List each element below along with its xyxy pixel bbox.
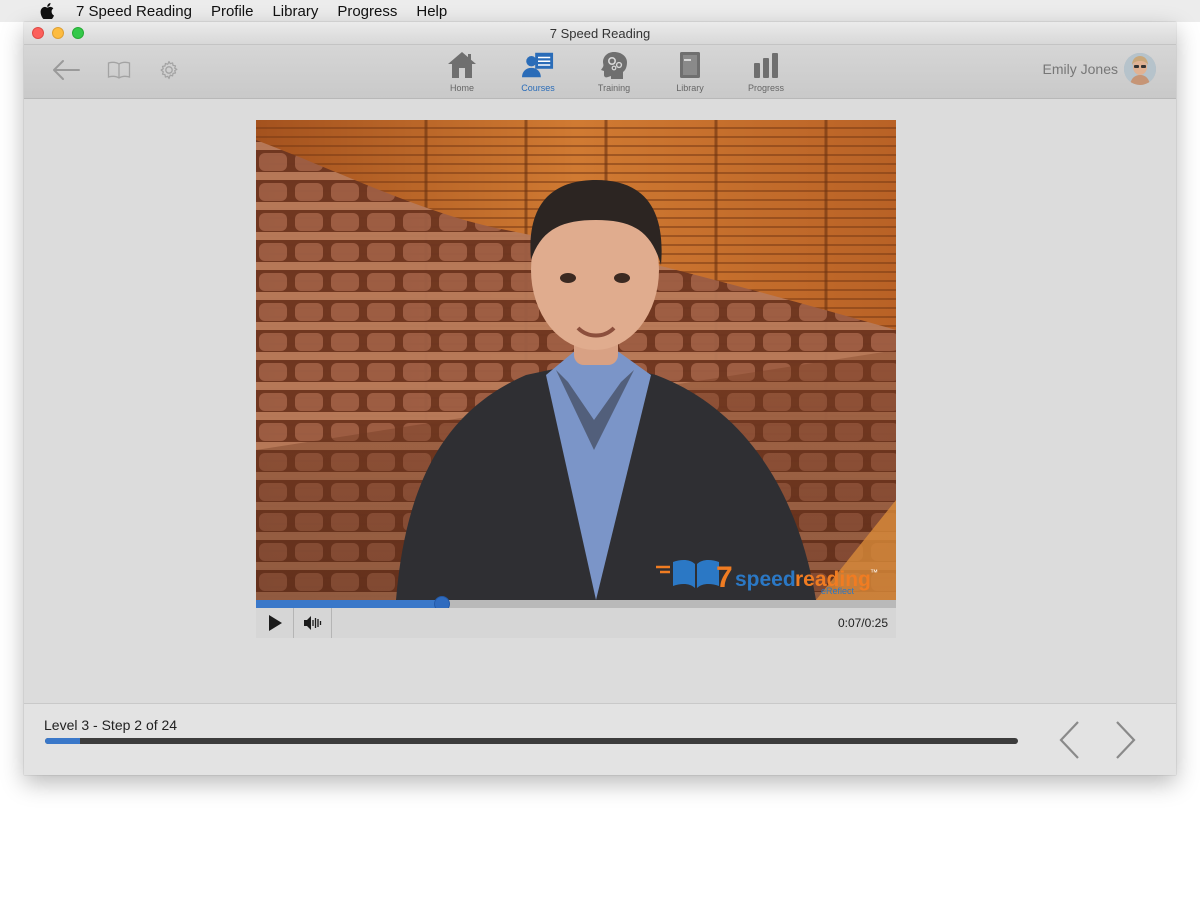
- nav-courses-label: Courses: [521, 83, 555, 93]
- window-title: 7 Speed Reading: [549, 25, 651, 41]
- courses-icon: [522, 49, 554, 81]
- volume-icon: [303, 616, 321, 630]
- back-arrow-icon[interactable]: [50, 57, 82, 83]
- video-controls: 0:07/0:25: [256, 608, 896, 638]
- previous-step-button[interactable]: [1056, 720, 1082, 760]
- menu-library[interactable]: Library: [272, 3, 318, 20]
- logo-subtext: eReflect: [821, 586, 855, 596]
- logo-speed: speed: [735, 568, 796, 591]
- user-menu[interactable]: Emily Jones: [1043, 53, 1156, 85]
- menu-app-name[interactable]: 7 Speed Reading: [76, 3, 192, 20]
- nav-courses[interactable]: Courses: [500, 49, 576, 93]
- next-step-button[interactable]: [1113, 720, 1139, 760]
- menu-progress[interactable]: Progress: [337, 3, 397, 20]
- toolbar: Home Courses Training Library Progress E…: [24, 45, 1176, 99]
- nav-library-label: Library: [676, 83, 704, 93]
- course-progress-fill: [45, 738, 81, 744]
- menu-help[interactable]: Help: [416, 3, 447, 20]
- nav-training-label: Training: [597, 83, 631, 93]
- video-seek-bar[interactable]: [256, 596, 896, 612]
- video-time-display: 0:07/0:25: [837, 616, 888, 630]
- video-seek-played: [256, 600, 442, 608]
- library-book-icon: [674, 49, 706, 81]
- menu-bar: 7 Speed Reading Profile Library Progress…: [0, 0, 1200, 22]
- zoom-window-button[interactable]: [72, 27, 84, 39]
- nav-progress[interactable]: Progress: [728, 49, 804, 93]
- user-name: Emily Jones: [1042, 61, 1118, 77]
- title-bar: 7 Speed Reading: [24, 22, 1176, 45]
- video-frame-image: 7 speed reading ™ eReflect: [256, 120, 896, 600]
- avatar[interactable]: [1124, 53, 1156, 85]
- nav-training[interactable]: Training: [576, 49, 652, 93]
- gear-icon[interactable]: [156, 57, 182, 83]
- book-icon[interactable]: [106, 57, 132, 83]
- window-controls: [32, 27, 84, 39]
- video-player[interactable]: 7 speed reading ™ eReflect: [256, 120, 896, 600]
- volume-button[interactable]: [294, 608, 332, 638]
- step-label: Level 3 - Step 2 of 24: [44, 717, 178, 733]
- home-icon: [446, 49, 478, 81]
- nav-progress-label: Progress: [747, 83, 784, 93]
- play-button[interactable]: [256, 608, 294, 638]
- minimize-window-button[interactable]: [52, 27, 64, 39]
- brain-gears-icon: [598, 49, 630, 81]
- chevron-left-icon: [1059, 721, 1079, 759]
- nav-home[interactable]: Home: [424, 49, 500, 93]
- menu-profile[interactable]: Profile: [211, 3, 254, 20]
- logo-number: 7: [716, 561, 733, 594]
- chevron-right-icon: [1116, 721, 1136, 759]
- logo-trademark: ™: [870, 568, 878, 577]
- apple-icon[interactable]: [40, 3, 60, 19]
- bar-chart-icon: [750, 49, 782, 81]
- nav-library[interactable]: Library: [652, 49, 728, 93]
- close-window-button[interactable]: [32, 27, 44, 39]
- course-progress-track: [45, 738, 1018, 744]
- step-progress-bar: Level 3 - Step 2 of 24: [24, 703, 1176, 775]
- play-icon: [268, 615, 282, 631]
- main-nav: Home Courses Training Library Progress: [424, 49, 804, 93]
- nav-home-label: Home: [449, 83, 474, 93]
